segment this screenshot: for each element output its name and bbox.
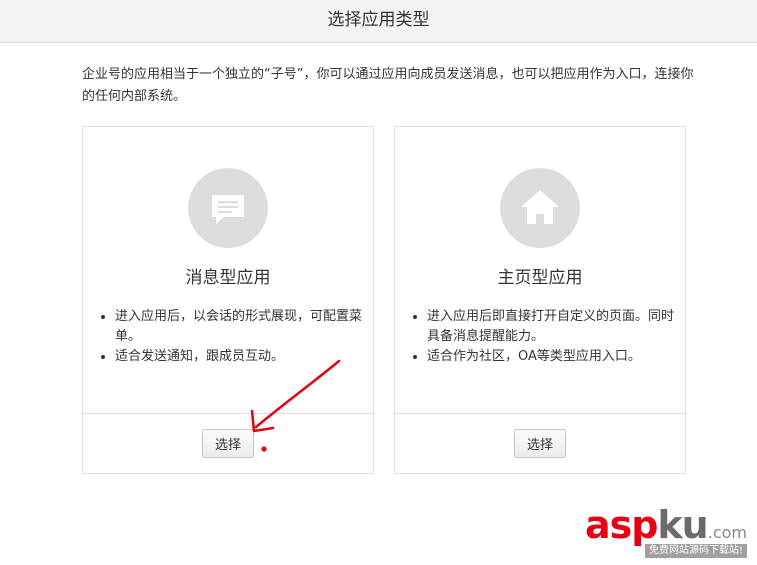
homepage-app-feature-2: 适合作为社区，OA等类型应用入口。 xyxy=(427,347,681,367)
card-divider xyxy=(395,413,685,414)
page-title: 选择应用类型 xyxy=(327,10,430,30)
homepage-app-features: 进入应用后即直接打开自定义的页面。同时具备消息提醒能力。 适合作为社区，OA等类… xyxy=(413,307,681,367)
watermark-logo: aspku.com 免费网站源码下载站! xyxy=(576,503,751,561)
watermark-tagline: 免费网站源码下载站! xyxy=(644,544,747,558)
red-arrow-annotation xyxy=(250,359,341,452)
select-homepage-app-button[interactable]: 选择 xyxy=(514,429,566,458)
page-header: 选择应用类型 xyxy=(0,0,757,43)
homepage-app-feature-1: 进入应用后即直接打开自定义的页面。同时具备消息提醒能力。 xyxy=(427,307,681,347)
intro-text: 企业号的应用相当于一个独立的“子号”，你可以通过应用向成员发送消息，也可以把应用… xyxy=(82,67,694,104)
message-app-feature-1: 进入应用后，以会话的形式展现，可配置菜单。 xyxy=(115,307,369,347)
home-icon xyxy=(500,168,580,248)
message-icon xyxy=(188,168,268,248)
homepage-app-card: 主页型应用 进入应用后即直接打开自定义的页面。同时具备消息提醒能力。 适合作为社… xyxy=(394,126,686,474)
message-app-title: 消息型应用 xyxy=(185,268,271,288)
homepage-app-title: 主页型应用 xyxy=(497,268,583,288)
